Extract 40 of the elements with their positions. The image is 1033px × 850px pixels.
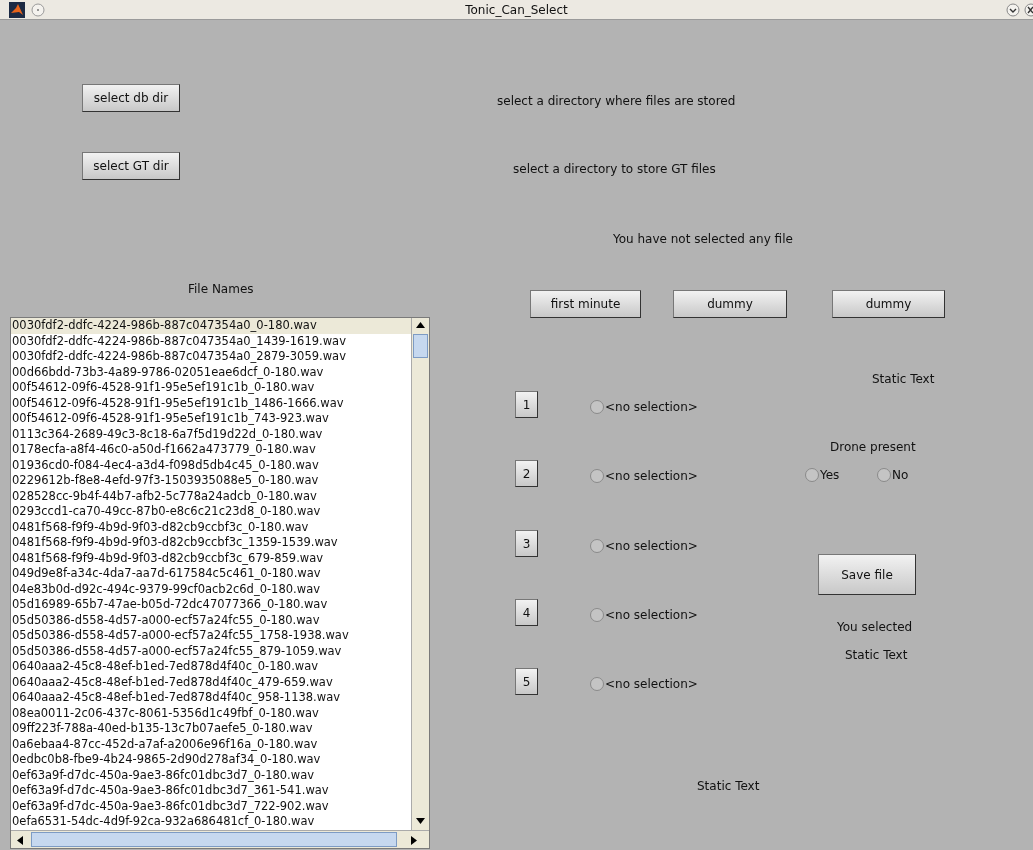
radio-button[interactable]: Yes <box>805 466 840 484</box>
scroll-up-icon[interactable] <box>416 322 425 328</box>
radio-button[interactable]: <no selection> <box>590 467 698 485</box>
segment-button[interactable]: dummy <box>832 290 945 318</box>
save-file-button[interactable]: Save file <box>818 554 916 595</box>
directory-hint: select a directory to store GT files <box>513 161 716 178</box>
radio-button[interactable]: <no selection> <box>590 606 698 624</box>
radio-button[interactable]: <no selection> <box>590 675 698 693</box>
drone-label: Drone present <box>830 439 916 456</box>
horizontal-scrollbar[interactable] <box>11 830 429 848</box>
radio-button[interactable]: <no selection> <box>590 398 698 416</box>
scrollbar-thumb[interactable] <box>31 832 397 847</box>
scroll-down-icon[interactable] <box>416 818 425 824</box>
segment-number-button[interactable]: 2 <box>515 460 538 487</box>
window-title: Tonic_Can_Select <box>465 1 568 19</box>
app-logo-icon <box>9 2 25 18</box>
scroll-right-icon[interactable] <box>411 836 417 845</box>
scrollbar-thumb[interactable] <box>413 334 428 358</box>
file-list-label: File Names <box>188 281 254 298</box>
select-directory-button[interactable]: select db dir <box>82 84 180 112</box>
select-directory-button[interactable]: select GT dir <box>82 152 180 180</box>
directory-hint: select a directory where files are stored <box>497 93 736 110</box>
radio-button[interactable]: <no selection> <box>590 537 698 555</box>
segment-number-button[interactable]: 4 <box>515 599 538 626</box>
static-text: Static Text <box>872 371 935 388</box>
close-icon[interactable] <box>1024 3 1033 17</box>
you-selected-label: You selected <box>837 619 913 636</box>
radio-button[interactable]: No <box>877 466 909 484</box>
file-list-item[interactable]: 0030fdf2-ddfc-4224-986b-887c047354a0_0-180.wav <box>11 318 413 334</box>
segment-number-button[interactable]: 5 <box>515 668 538 695</box>
scroll-left-icon[interactable] <box>17 836 23 845</box>
segment-number-button[interactable]: 3 <box>515 530 538 557</box>
static-text: Static Text <box>845 647 908 664</box>
selection-status: You have not selected any file <box>613 231 793 248</box>
static-text: Static Text <box>697 778 760 795</box>
vertical-scrollbar[interactable] <box>411 318 429 830</box>
segment-number-button[interactable]: 1 <box>515 391 538 418</box>
segment-button[interactable]: dummy <box>673 290 787 318</box>
minimize-icon[interactable] <box>1006 3 1020 17</box>
segment-button[interactable]: first minute <box>530 290 641 318</box>
